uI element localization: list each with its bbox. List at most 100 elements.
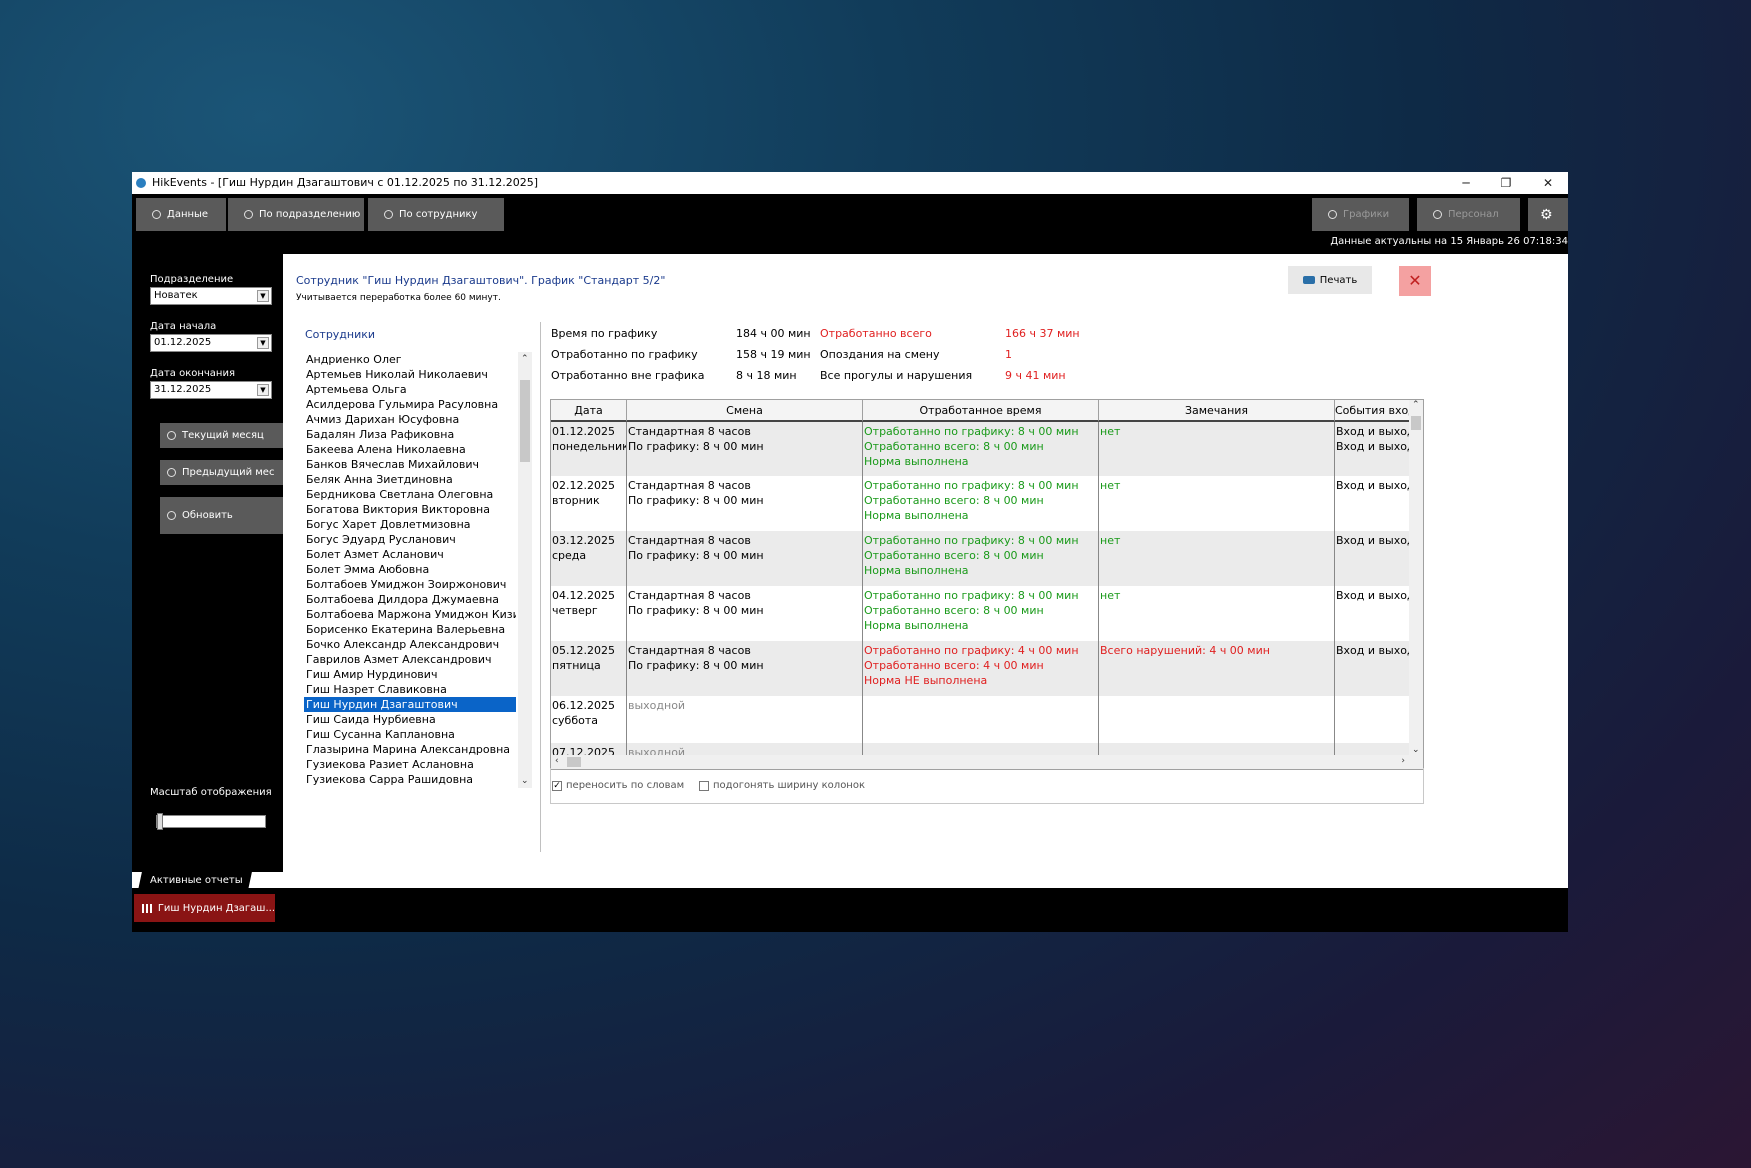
employee-list-item[interactable]: Борисенко Екатерина Валерьевна [304,622,516,637]
employee-list-item[interactable]: Андриенко Олег [304,352,516,367]
end-date-value: 31.12.2025 [154,384,212,395]
employee-list-item[interactable]: Гиш Назрет Славиковна [304,682,516,697]
scale-slider[interactable] [156,813,266,830]
employee-list-scrollbar[interactable]: ⌃ ⌄ [518,352,532,788]
department-select[interactable]: Новатек ▼ [150,287,272,305]
employee-list-item[interactable]: Болет Эмма Аюбовна [304,562,516,577]
column-header-events[interactable]: События входа и выхо [1335,400,1409,422]
table-row[interactable]: 04.12.2025 четверг Стандартная 8 часов По г… [551,586,1409,641]
employee-list-item[interactable]: Гиш Нурдин Дзагаштович [304,697,516,712]
scroll-thumb[interactable] [520,380,530,462]
employee-list-item[interactable]: Артемьев Николай Николаевич [304,367,516,382]
checkbox-checked-icon[interactable]: ✓ [552,780,562,791]
employee-list-item[interactable]: Артемьева Ольга [304,382,516,397]
schedules-button[interactable]: Графики [1312,198,1409,231]
employee-list-item[interactable]: Ачмиз Дарихан Юсуфовна [304,412,516,427]
chevron-down-icon[interactable]: ⌄ [521,776,529,786]
employee-list-item[interactable]: Гиш Амир Нурдинович [304,667,516,682]
employee-list-item[interactable]: Бакеева Алена Николаевна [304,442,516,457]
scroll-thumb[interactable] [1411,416,1421,430]
column-header-date[interactable]: Дата [551,400,627,422]
employee-list-item[interactable]: Асилдерова Гульмира Расуловна [304,397,516,412]
tab-active-reports[interactable]: Активные отчеты [138,872,252,890]
column-header-shift[interactable]: Смена [627,400,863,422]
table-row[interactable]: 01.12.2025 понедельник Стандартная 8 часов… [551,422,1409,476]
employee-list-item[interactable]: Беляк Анна Зиетдиновна [304,472,516,487]
table-cell: 04.12.2025 четверг [551,586,627,641]
refresh-button[interactable]: Обновить [160,497,283,534]
by-department-button[interactable]: По подразделению [228,198,364,231]
maximize-button[interactable]: ❐ [1486,174,1526,192]
late-label: Опоздания на смену [820,348,940,361]
employee-list-item[interactable]: Болтабоев Умиджон Зоиржонович [304,577,516,592]
table-row[interactable]: 05.12.2025 пятница Стандартная 8 часов По г… [551,641,1409,696]
chevron-down-icon[interactable]: ⌄ [1412,745,1420,755]
close-report-button[interactable]: ✕ [1399,266,1431,296]
data-button[interactable]: Данные [136,198,226,231]
cell-text: По графику: 8 ч 00 мин [628,604,764,617]
employee-list-item[interactable]: Глазырина Марина Александровна [304,742,516,757]
cell-text: По графику: 8 ч 00 мин [628,494,764,507]
radio-icon [1433,210,1442,219]
chevron-up-icon[interactable]: ⌃ [521,354,529,364]
personnel-button[interactable]: Персонал [1417,198,1520,231]
settings-button[interactable]: ⚙ [1528,198,1568,231]
slider-thumb[interactable] [157,813,163,830]
absences-value: 9 ч 41 мин [1005,369,1066,382]
table-row[interactable]: 06.12.2025 суббота выходной [551,696,1409,743]
employee-list-item[interactable]: Богус Эдуард Русланович [304,532,516,547]
column-header-remarks[interactable]: Замечания [1099,400,1335,422]
radio-icon [244,210,253,219]
employee-list-item[interactable]: Богус Харет Довлетмизовна [304,517,516,532]
table-row[interactable]: 03.12.2025 среда Стандартная 8 часов По гра… [551,531,1409,586]
table-cell: Всего нарушений: 4 ч 00 мин [1099,641,1335,696]
cell-text: Норма НЕ выполнена [864,674,988,687]
employee-list-item[interactable]: Бердникова Светлана Олеговна [304,487,516,502]
wrap-words-option[interactable]: ✓ переносить по словам [552,780,684,791]
employee-list-item[interactable]: Гиш Саида Нурбиевна [304,712,516,727]
employee-list-item[interactable]: Банков Вячеслав Михайлович [304,457,516,472]
fit-columns-option[interactable]: подогонять ширину колонок [699,780,865,791]
table-cell: Отработанно по графику: 4 ч 00 мин Отрабо… [863,641,1099,696]
employee-list-item[interactable]: Бадалян Лиза Рафиковна [304,427,516,442]
employee-list-item[interactable]: Гузиекова Сарра Рашидовна [304,772,516,787]
report-tab[interactable]: Гиш Нурдин Дзагаш... [134,894,275,922]
chevron-up-icon[interactable]: ⌃ [1412,400,1420,410]
grid-vertical-scrollbar[interactable]: ⌃ ⌄ [1409,400,1423,755]
cell-text: Отработанно по графику: 8 ч 00 мин [864,425,1079,438]
employee-list-item[interactable]: Болтабоева Дилдора Джумаевна [304,592,516,607]
employee-list-item[interactable]: Деды Аслан Гиссович [304,787,516,788]
current-month-button[interactable]: Текущий месяц [160,423,283,448]
employee-list-item[interactable]: Болет Азмет Асланович [304,547,516,562]
active-reports-label: Активные отчеты [150,875,243,886]
checkbox-icon[interactable] [699,780,709,791]
previous-month-button[interactable]: Предыдущий мес [160,460,283,485]
employee-list-item[interactable]: Болтабоева Маржона Умиджон Кизи [304,607,516,622]
cell-text: Отработанно всего: 8 ч 00 мин [864,549,1044,562]
employee-list-item[interactable]: Бочко Александр Александрович [304,637,516,652]
chevron-down-icon: ▼ [257,337,269,349]
employee-list-item[interactable]: Гузиекова Разиет Аслановна [304,757,516,772]
scroll-thumb[interactable] [567,757,581,767]
by-employee-button[interactable]: По сотруднику [368,198,504,231]
start-date-picker[interactable]: 01.12.2025 ▼ [150,334,272,352]
table-row[interactable]: 02.12.2025 вторник Стандартная 8 часов По г… [551,476,1409,531]
grid-horizontal-scrollbar[interactable]: ‹ › [551,755,1423,769]
employee-list-item[interactable]: Гиш Сусанна Каплановна [304,727,516,742]
employee-list-item[interactable]: Гаврилов Азмет Александрович [304,652,516,667]
print-button[interactable]: Печать [1288,266,1372,294]
minimize-button[interactable]: ─ [1446,174,1486,192]
chevron-left-icon[interactable]: ‹ [555,756,559,766]
employee-list[interactable]: Андриенко Олег Артемьев Николай Николаеви… [304,352,516,788]
column-header-worked[interactable]: Отработанное время [863,400,1099,422]
cell-text: Стандартная 8 часов [628,589,751,602]
window-close-button[interactable]: ✕ [1528,174,1568,192]
employee-list-item[interactable]: Богатова Виктория Викторовна [304,502,516,517]
end-date-picker[interactable]: 31.12.2025 ▼ [150,381,272,399]
report-title: Сотрудник "Гиш Нурдин Дзагаштович". Граф… [296,274,666,287]
cell-text: Вход и выход: 07:47 - 17:03 [1336,589,1409,602]
chevron-right-icon[interactable]: › [1401,756,1405,766]
app-window: HikEvents - [Гиш Нурдин Дзагаштович с 01… [132,172,1568,932]
table-cell: Вход и выход: 07:47 - 17:03 [1335,586,1409,641]
cell-text: 03.12.2025 [552,534,615,547]
